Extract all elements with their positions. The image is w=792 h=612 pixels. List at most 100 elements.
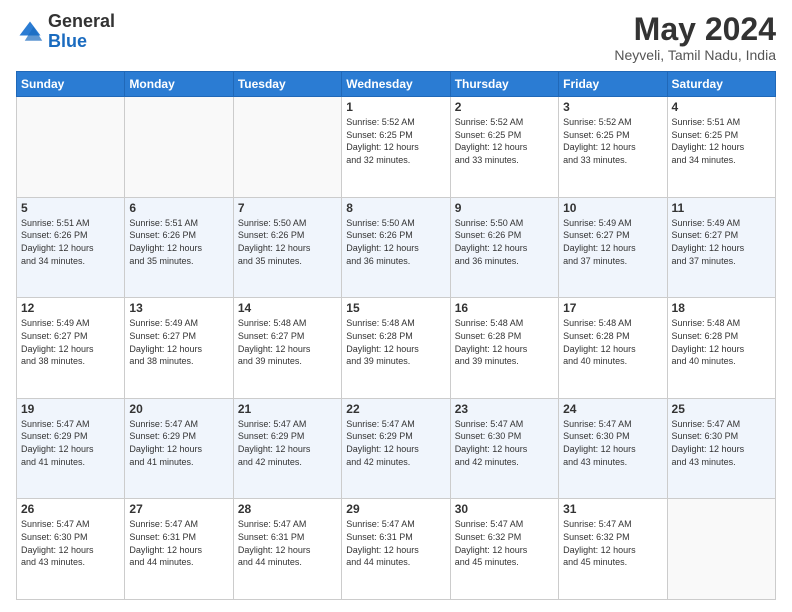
- day-number: 11: [672, 201, 771, 215]
- title-block: May 2024 Neyveli, Tamil Nadu, India: [614, 12, 776, 63]
- day-info: Sunrise: 5:51 AM Sunset: 6:26 PM Dayligh…: [21, 217, 120, 267]
- calendar-day-cell: 25Sunrise: 5:47 AM Sunset: 6:30 PM Dayli…: [667, 398, 775, 499]
- day-info: Sunrise: 5:47 AM Sunset: 6:29 PM Dayligh…: [346, 418, 445, 468]
- calendar-day-cell: 30 Sunrise: 5:47 AM Sunset: 6:32 PM Dayli…: [450, 499, 558, 600]
- day-number: 7: [238, 201, 337, 215]
- day-number: 22: [346, 402, 445, 416]
- calendar-day-cell: 2 Sunrise: 5:52 AM Sunset: 6:25 PM Daylig…: [450, 97, 558, 198]
- col-wednesday: Wednesday: [342, 72, 450, 97]
- header: General Blue May 2024 Neyveli, Tamil Nad…: [16, 12, 776, 63]
- day-number: 14: [238, 301, 337, 315]
- day-number: 1: [346, 100, 445, 114]
- calendar-day-cell: 28 Sunrise: 5:47 AM Sunset: 6:31 PM Dayli…: [233, 499, 341, 600]
- day-number: 3: [563, 100, 662, 114]
- day-info: Sunrise: 5:48 AM Sunset: 6:28 PM Dayligh…: [563, 317, 662, 367]
- calendar-day-cell: 21 Sunrise: 5:47 AM Sunset: 6:29 PM Dayli…: [233, 398, 341, 499]
- day-number: 18: [672, 301, 771, 315]
- calendar-day-cell: [233, 97, 341, 198]
- day-number: 31: [563, 502, 662, 516]
- calendar-week-row: 19 Sunrise: 5:47 AM Sunset: 6:29 PM Dayli…: [17, 398, 776, 499]
- logo-text: General Blue: [48, 12, 115, 52]
- calendar-day-cell: 6 Sunrise: 5:51 AM Sunset: 6:26 PM Daylig…: [125, 197, 233, 298]
- calendar-day-cell: 17 Sunrise: 5:48 AM Sunset: 6:28 PM Dayli…: [559, 298, 667, 399]
- calendar-day-cell: 5 Sunrise: 5:51 AM Sunset: 6:26 PM Daylig…: [17, 197, 125, 298]
- day-number: 5: [21, 201, 120, 215]
- day-number: 15: [346, 301, 445, 315]
- logo: General Blue: [16, 12, 115, 52]
- calendar-day-cell: 23Sunrise: 5:47 AM Sunset: 6:30 PM Dayli…: [450, 398, 558, 499]
- calendar-day-cell: [667, 499, 775, 600]
- day-number: 28: [238, 502, 337, 516]
- day-number: 2: [455, 100, 554, 114]
- day-info: Sunrise: 5:49 AM Sunset: 6:27 PM Dayligh…: [672, 217, 771, 267]
- calendar-day-cell: 8Sunrise: 5:50 AM Sunset: 6:26 PM Daylig…: [342, 197, 450, 298]
- day-number: 21: [238, 402, 337, 416]
- calendar-day-cell: 18 Sunrise: 5:48 AM Sunset: 6:28 PM Dayli…: [667, 298, 775, 399]
- day-info: Sunrise: 5:47 AM Sunset: 6:30 PM Dayligh…: [21, 518, 120, 568]
- logo-general: General: [48, 11, 115, 31]
- calendar-week-row: 12Sunrise: 5:49 AM Sunset: 6:27 PM Dayli…: [17, 298, 776, 399]
- day-number: 6: [129, 201, 228, 215]
- calendar-table: Sunday Monday Tuesday Wednesday Thursday…: [16, 71, 776, 600]
- col-tuesday: Tuesday: [233, 72, 341, 97]
- logo-icon: [16, 18, 44, 46]
- day-number: 13: [129, 301, 228, 315]
- day-number: 17: [563, 301, 662, 315]
- day-number: 4: [672, 100, 771, 114]
- col-friday: Friday: [559, 72, 667, 97]
- day-info: Sunrise: 5:47 AM Sunset: 6:29 PM Dayligh…: [238, 418, 337, 468]
- day-number: 8: [346, 201, 445, 215]
- logo-blue: Blue: [48, 31, 87, 51]
- day-info: Sunrise: 5:47 AM Sunset: 6:32 PM Dayligh…: [563, 518, 662, 568]
- day-info: Sunrise: 5:51 AM Sunset: 6:25 PM Dayligh…: [672, 116, 771, 166]
- calendar-day-cell: [125, 97, 233, 198]
- day-number: 25: [672, 402, 771, 416]
- day-number: 19: [21, 402, 120, 416]
- col-sunday: Sunday: [17, 72, 125, 97]
- calendar-day-cell: 12Sunrise: 5:49 AM Sunset: 6:27 PM Dayli…: [17, 298, 125, 399]
- day-number: 20: [129, 402, 228, 416]
- day-info: Sunrise: 5:47 AM Sunset: 6:31 PM Dayligh…: [346, 518, 445, 568]
- col-monday: Monday: [125, 72, 233, 97]
- calendar-day-cell: [17, 97, 125, 198]
- calendar-day-cell: 19 Sunrise: 5:47 AM Sunset: 6:29 PM Dayli…: [17, 398, 125, 499]
- page: General Blue May 2024 Neyveli, Tamil Nad…: [0, 0, 792, 612]
- calendar-header-row: Sunday Monday Tuesday Wednesday Thursday…: [17, 72, 776, 97]
- day-info: Sunrise: 5:50 AM Sunset: 6:26 PM Dayligh…: [238, 217, 337, 267]
- day-info: Sunrise: 5:47 AM Sunset: 6:29 PM Dayligh…: [129, 418, 228, 468]
- calendar-day-cell: 20 Sunrise: 5:47 AM Sunset: 6:29 PM Dayli…: [125, 398, 233, 499]
- day-info: Sunrise: 5:52 AM Sunset: 6:25 PM Dayligh…: [455, 116, 554, 166]
- calendar-week-row: 1 Sunrise: 5:52 AM Sunset: 6:25 PM Daylig…: [17, 97, 776, 198]
- day-info: Sunrise: 5:48 AM Sunset: 6:28 PM Dayligh…: [672, 317, 771, 367]
- day-number: 9: [455, 201, 554, 215]
- day-number: 16: [455, 301, 554, 315]
- calendar-day-cell: 22 Sunrise: 5:47 AM Sunset: 6:29 PM Dayli…: [342, 398, 450, 499]
- day-info: Sunrise: 5:48 AM Sunset: 6:27 PM Dayligh…: [238, 317, 337, 367]
- day-info: Sunrise: 5:47 AM Sunset: 6:29 PM Dayligh…: [21, 418, 120, 468]
- day-info: Sunrise: 5:47 AM Sunset: 6:30 PM Dayligh…: [563, 418, 662, 468]
- day-info: Sunrise: 5:52 AM Sunset: 6:25 PM Dayligh…: [346, 116, 445, 166]
- day-info: Sunrise: 5:47 AM Sunset: 6:30 PM Dayligh…: [455, 418, 554, 468]
- day-info: Sunrise: 5:49 AM Sunset: 6:27 PM Dayligh…: [563, 217, 662, 267]
- day-info: Sunrise: 5:47 AM Sunset: 6:31 PM Dayligh…: [129, 518, 228, 568]
- day-info: Sunrise: 5:47 AM Sunset: 6:32 PM Dayligh…: [455, 518, 554, 568]
- day-number: 10: [563, 201, 662, 215]
- day-number: 29: [346, 502, 445, 516]
- day-info: Sunrise: 5:51 AM Sunset: 6:26 PM Dayligh…: [129, 217, 228, 267]
- col-thursday: Thursday: [450, 72, 558, 97]
- col-saturday: Saturday: [667, 72, 775, 97]
- calendar-week-row: 26Sunrise: 5:47 AM Sunset: 6:30 PM Dayli…: [17, 499, 776, 600]
- day-number: 30: [455, 502, 554, 516]
- calendar-day-cell: 1 Sunrise: 5:52 AM Sunset: 6:25 PM Daylig…: [342, 97, 450, 198]
- calendar-day-cell: 31 Sunrise: 5:47 AM Sunset: 6:32 PM Dayli…: [559, 499, 667, 600]
- day-info: Sunrise: 5:49 AM Sunset: 6:27 PM Dayligh…: [21, 317, 120, 367]
- day-info: Sunrise: 5:48 AM Sunset: 6:28 PM Dayligh…: [346, 317, 445, 367]
- calendar-day-cell: 7 Sunrise: 5:50 AM Sunset: 6:26 PM Daylig…: [233, 197, 341, 298]
- calendar-day-cell: 24Sunrise: 5:47 AM Sunset: 6:30 PM Dayli…: [559, 398, 667, 499]
- day-info: Sunrise: 5:47 AM Sunset: 6:31 PM Dayligh…: [238, 518, 337, 568]
- day-info: Sunrise: 5:48 AM Sunset: 6:28 PM Dayligh…: [455, 317, 554, 367]
- calendar-day-cell: 10 Sunrise: 5:49 AM Sunset: 6:27 PM Dayli…: [559, 197, 667, 298]
- calendar-day-cell: 14 Sunrise: 5:48 AM Sunset: 6:27 PM Dayli…: [233, 298, 341, 399]
- calendar-day-cell: 11 Sunrise: 5:49 AM Sunset: 6:27 PM Dayli…: [667, 197, 775, 298]
- day-info: Sunrise: 5:49 AM Sunset: 6:27 PM Dayligh…: [129, 317, 228, 367]
